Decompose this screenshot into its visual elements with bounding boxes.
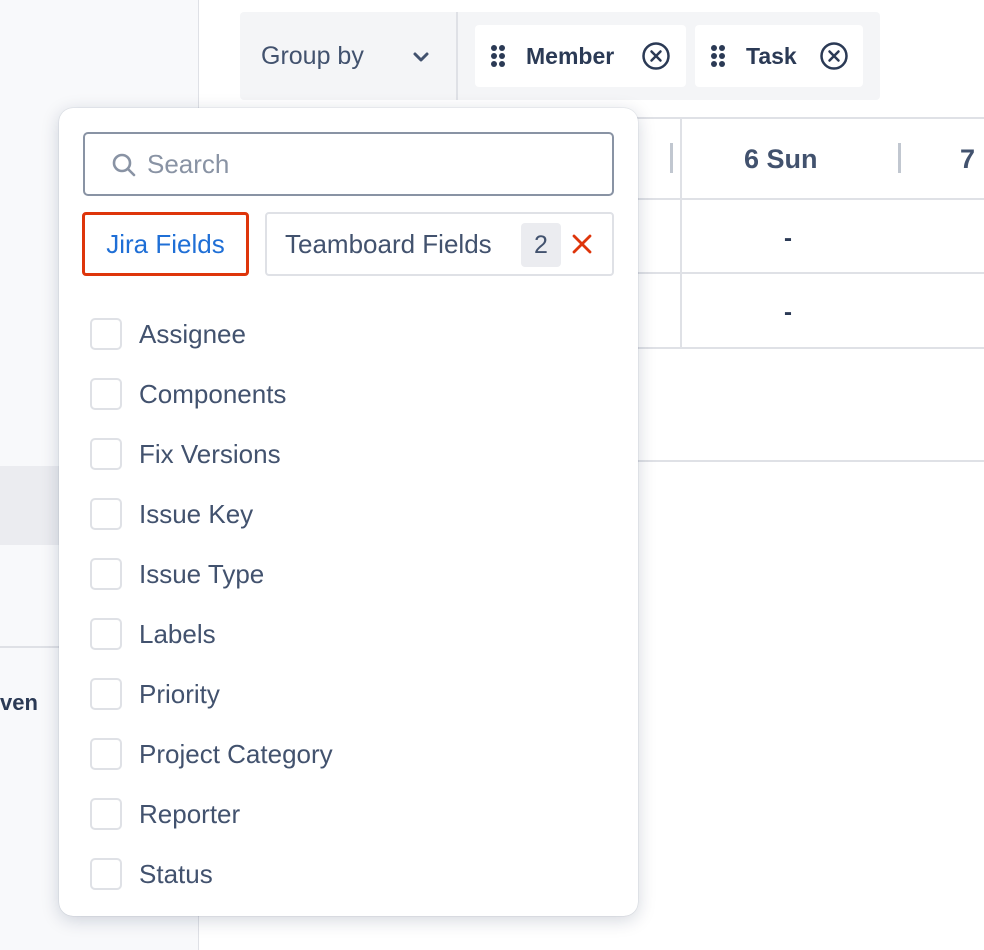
tab-label: Jira Fields [106, 228, 225, 259]
calendar-grid-line [600, 117, 984, 119]
selected-count-badge: 2 [521, 223, 561, 267]
field-option-components[interactable]: Components [90, 364, 610, 424]
field-option-labels[interactable]: Labels [90, 604, 610, 664]
checkbox[interactable] [90, 798, 122, 830]
checkbox[interactable] [90, 498, 122, 530]
tab-jira-fields[interactable]: Jira Fields [82, 212, 249, 276]
field-option-label: Issue Key [139, 499, 254, 529]
tab-label: Teamboard Fields [285, 228, 492, 259]
checkbox[interactable] [90, 618, 122, 650]
field-option-label: Status [139, 859, 213, 889]
checkbox[interactable] [90, 318, 122, 350]
left-sidebar-divider [0, 646, 60, 648]
remove-circle-icon[interactable] [641, 41, 671, 71]
group-by-toolbar: Group by Member Task [240, 12, 880, 100]
checkbox[interactable] [90, 678, 122, 710]
calendar-cell[interactable]: - [784, 224, 792, 254]
field-option-label: Reporter [139, 799, 241, 829]
field-option-label: Components [139, 379, 287, 409]
group-by-button[interactable]: Group by [240, 12, 458, 100]
checkbox[interactable] [90, 858, 122, 890]
calendar-grid-line [600, 272, 984, 274]
drag-handle-icon[interactable] [710, 44, 726, 68]
drag-handle-icon[interactable] [490, 44, 506, 68]
tab-teamboard-fields[interactable]: Teamboard Fields 2 [265, 212, 614, 276]
day-header: 6 Sun [744, 144, 818, 174]
left-sidebar-partial-text: ven [0, 690, 38, 715]
checkbox[interactable] [90, 738, 122, 770]
group-chip-label: Task [746, 43, 797, 69]
checkbox[interactable] [90, 378, 122, 410]
field-option-issue-key[interactable]: Issue Key [90, 484, 610, 544]
calendar-grid-line [600, 460, 984, 462]
day-header: 7 [960, 144, 976, 174]
group-chip-label: Member [526, 43, 615, 69]
left-sidebar-selected-row[interactable] [0, 466, 60, 545]
column-resize-handle[interactable] [898, 143, 901, 173]
field-option-label: Labels [139, 619, 216, 649]
checkbox[interactable] [90, 438, 122, 470]
calendar-cell[interactable]: - [784, 298, 792, 328]
search-input[interactable] [147, 144, 597, 184]
checkbox[interactable] [90, 558, 122, 590]
field-option-label: Priority [139, 679, 220, 709]
field-option-label: Fix Versions [139, 439, 281, 469]
field-option-status[interactable]: Status [90, 844, 610, 904]
field-option-fix-versions[interactable]: Fix Versions [90, 424, 610, 484]
column-resize-handle[interactable] [670, 143, 673, 173]
field-option-label: Issue Type [139, 559, 265, 589]
field-list: Assignee Components Fix Versions Issue K… [90, 304, 610, 904]
group-by-label: Group by [261, 41, 364, 70]
field-option-label: Assignee [139, 319, 246, 349]
field-option-label: Project Category [139, 739, 333, 769]
field-picker-dropdown: Jira Fields Teamboard Fields 2 Assignee … [59, 108, 638, 916]
field-option-project-category[interactable]: Project Category [90, 724, 610, 784]
field-option-issue-type[interactable]: Issue Type [90, 544, 610, 604]
field-option-priority[interactable]: Priority [90, 664, 610, 724]
calendar-grid-column-line [680, 117, 682, 349]
calendar-grid-line [600, 347, 984, 349]
field-option-reporter[interactable]: Reporter [90, 784, 610, 844]
field-option-assignee[interactable]: Assignee [90, 304, 610, 364]
group-chip-task[interactable]: Task [695, 25, 863, 87]
calendar-grid-line [600, 198, 984, 200]
search-box[interactable] [83, 132, 614, 196]
clear-selection-icon[interactable] [571, 233, 593, 255]
remove-circle-icon[interactable] [819, 41, 849, 71]
search-icon [112, 153, 136, 177]
chevron-down-icon [413, 52, 429, 62]
group-chip-member[interactable]: Member [475, 25, 686, 87]
